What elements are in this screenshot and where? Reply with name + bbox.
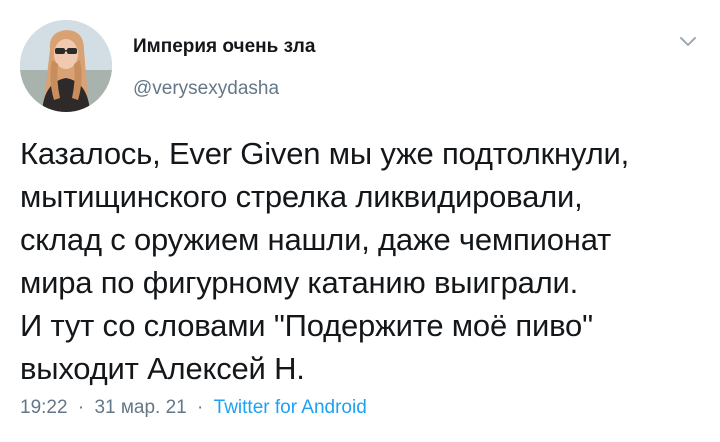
display-name[interactable]: Империя очень зла [133, 36, 315, 58]
tweet-line: выходит Алексей Н. [20, 351, 305, 386]
chevron-down-icon [679, 35, 697, 53]
tweet-menu-button[interactable] [676, 34, 700, 54]
tweet-line: мытищинского стрелка ликвидировали, [20, 179, 583, 214]
tweet-time[interactable]: 19:22 [20, 397, 68, 418]
username[interactable]: @verysexydasha [133, 78, 279, 100]
tweet-line: И тут со словами "Подержите моё пиво" [20, 308, 593, 343]
tweet-date[interactable]: 31 мар. 21 [94, 397, 186, 418]
tweet-meta: 19:22 · 31 мар. 21 · Twitter for Android [20, 397, 367, 419]
tweet-text: Казалось, Ever Given мы уже подтолкнули,… [20, 132, 710, 390]
tweet-line: мира по фигурному катанию выиграли. [20, 265, 579, 300]
tweet-card: Империя очень зла @verysexydasha Казалос… [0, 0, 720, 442]
avatar[interactable] [20, 20, 112, 112]
tweet-line: Казалось, Ever Given мы уже подтолкнули, [20, 136, 630, 171]
tweet-line: склад с оружием нашли, даже чемпионат [20, 222, 612, 257]
tweet-source-link[interactable]: Twitter for Android [214, 397, 367, 418]
meta-separator: · [197, 397, 204, 418]
meta-separator: · [77, 397, 85, 418]
